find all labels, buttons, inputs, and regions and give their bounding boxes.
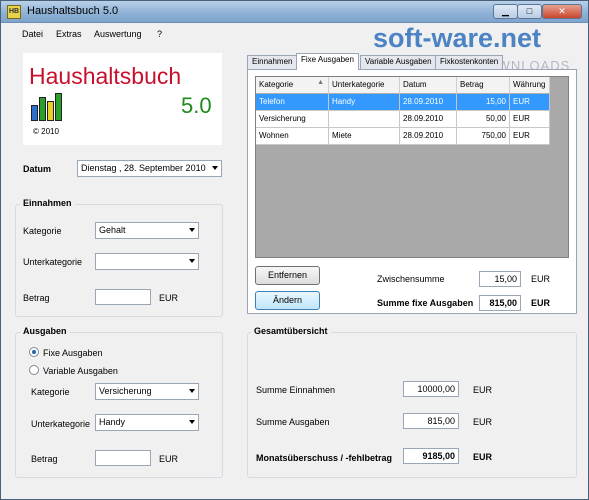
einnahmen-betrag-input[interactable] [95, 289, 151, 305]
sort-arrow-icon: ▲ [317, 79, 324, 86]
table-cell: Wohnen [256, 128, 329, 145]
column-header-label: Kategorie [259, 80, 294, 89]
tab-variable-ausgaben[interactable]: Variable Ausgaben [360, 55, 437, 69]
einnahmen-currency: EUR [159, 293, 179, 303]
table-header[interactable]: Betrag [457, 77, 510, 94]
table-cell: EUR [510, 94, 550, 111]
table-header[interactable]: Unterkategorie [329, 77, 400, 94]
logo-chart-bar [55, 93, 62, 121]
menu-help[interactable]: ? [157, 29, 162, 39]
menu-extras[interactable]: Extras [56, 29, 82, 39]
minimize-button[interactable]: ▁ [493, 4, 518, 19]
table-row[interactable]: Wohnen Miete 28.09.2010 750,00 EUR [256, 128, 550, 145]
einnahmen-betrag-label: Betrag [23, 293, 50, 303]
app-window: HB Haushaltsbuch 5.0 ▁ □ ✕ Datei Extras … [0, 0, 589, 500]
ausgaben-kategorie-label: Kategorie [31, 387, 70, 397]
table-header[interactable]: Währung [510, 77, 550, 94]
datum-value: Dienstag , 28. September 2010 [81, 163, 206, 173]
table-cell: Handy [329, 94, 400, 111]
einnahmen-title: Einnahmen [20, 198, 75, 208]
ausgaben-betrag-input[interactable] [95, 450, 151, 466]
datum-picker[interactable]: Dienstag , 28. September 2010 [77, 160, 222, 177]
tab-fixe-ausgaben[interactable]: Fixe Ausgaben [296, 53, 359, 70]
logo-copyright: © 2010 [33, 127, 59, 136]
tab-einnahmen[interactable]: Einnahmen [247, 55, 298, 69]
einnahmen-unterkategorie-label: Unterkategorie [23, 257, 83, 267]
summe-einnahmen-value: 10000,00 [403, 381, 459, 397]
table-cell: Telefon [256, 94, 329, 111]
radio-fixe-ausgaben[interactable] [29, 347, 39, 357]
expenses-table: Kategorie ▲ Unterkategorie Datum Betrag … [255, 76, 569, 258]
table-header[interactable]: Kategorie ▲ [256, 77, 329, 94]
radio-variable-ausgaben[interactable] [29, 365, 39, 375]
table-row[interactable]: Versicherung 28.09.2010 50,00 EUR [256, 111, 550, 128]
summe-ausgaben-currency: EUR [473, 417, 493, 427]
zwischensumme-label: Zwischensumme [377, 274, 445, 284]
table-cell: 750,00 [457, 128, 510, 145]
summe-ausgaben-label: Summe Ausgaben [256, 417, 330, 427]
chevron-down-icon[interactable] [212, 166, 218, 170]
logo-chart-bar [47, 101, 54, 121]
chevron-down-icon[interactable] [189, 420, 195, 424]
ueberschuss-value: 9185,00 [403, 448, 459, 464]
einnahmen-kategorie-value: Gehalt [99, 225, 126, 235]
table-cell: EUR [510, 128, 550, 145]
fixe-summe-label: Summe fixe Ausgaben [377, 298, 474, 308]
app-logo: Haushaltsbuch 5.0 © 2010 [23, 53, 222, 145]
fixe-summe-value: 815,00 [479, 295, 521, 311]
table-cell: Miete [329, 128, 400, 145]
table-cell: 28.09.2010 [400, 128, 457, 145]
ausgaben-title: Ausgaben [20, 326, 70, 336]
table-cell: Versicherung [256, 111, 329, 128]
ausgaben-betrag-label: Betrag [31, 454, 58, 464]
watermark-brand: soft-ware.net [373, 23, 542, 53]
ausgaben-unterkategorie-select[interactable]: Handy [95, 414, 199, 431]
radio-fixe-label[interactable]: Fixe Ausgaben [43, 348, 103, 358]
ausgaben-currency: EUR [159, 454, 179, 464]
logo-chart-bar [31, 105, 38, 121]
table-header[interactable]: Datum [400, 77, 457, 94]
close-button[interactable]: ✕ [542, 4, 582, 19]
remove-button[interactable]: Entfernen [255, 266, 320, 285]
radio-variable-label[interactable]: Variable Ausgaben [43, 366, 118, 376]
summe-ausgaben-value: 815,00 [403, 413, 459, 429]
change-button[interactable]: Ändern [255, 291, 320, 310]
ausgaben-kategorie-value: Versicherung [99, 386, 152, 396]
einnahmen-kategorie-select[interactable]: Gehalt [95, 222, 199, 239]
chevron-down-icon[interactable] [189, 228, 195, 232]
zwischensumme-value: 15,00 [479, 271, 521, 287]
chevron-down-icon[interactable] [189, 259, 195, 263]
table-cell: 50,00 [457, 111, 510, 128]
table-cell: 15,00 [457, 94, 510, 111]
table-cell: 28.09.2010 [400, 94, 457, 111]
menu-datei[interactable]: Datei [22, 29, 43, 39]
datum-label: Datum [23, 164, 52, 174]
window-title: Haushaltsbuch 5.0 [27, 5, 119, 17]
gesamt-title: Gesamtübersicht [251, 326, 331, 336]
einnahmen-kategorie-label: Kategorie [23, 226, 62, 236]
fixe-summe-currency: EUR [531, 298, 551, 308]
maximize-button[interactable]: □ [517, 4, 542, 19]
table-cell: EUR [510, 111, 550, 128]
logo-title: Haushaltsbuch [29, 63, 182, 89]
summe-einnahmen-currency: EUR [473, 385, 493, 395]
table-cell: 28.09.2010 [400, 111, 457, 128]
einnahmen-unterkategorie-select[interactable] [95, 253, 199, 270]
ausgaben-unterkategorie-value: Handy [99, 417, 126, 427]
ueberschuss-label: Monatsüberschuss / -fehlbetrag [256, 453, 393, 463]
zwischensumme-currency: EUR [531, 274, 551, 284]
summe-einnahmen-label: Summe Einnahmen [256, 385, 336, 395]
ausgaben-kategorie-select[interactable]: Versicherung [95, 383, 199, 400]
logo-chart-bar [39, 97, 46, 121]
ueberschuss-currency: EUR [473, 452, 493, 462]
menu-auswertung[interactable]: Auswertung [94, 29, 142, 39]
table-cell [329, 111, 400, 128]
chevron-down-icon[interactable] [189, 389, 195, 393]
app-icon: HB [7, 5, 21, 19]
tab-fixkostenkonten[interactable]: Fixkostenkonten [435, 55, 504, 69]
table-row[interactable]: Telefon Handy 28.09.2010 15,00 EUR [256, 94, 550, 111]
title-bar[interactable]: HB Haushaltsbuch 5.0 ▁ □ ✕ [1, 1, 588, 23]
ausgaben-unterkategorie-label: Unterkategorie [31, 419, 91, 429]
logo-version: 5.0 [181, 93, 212, 118]
